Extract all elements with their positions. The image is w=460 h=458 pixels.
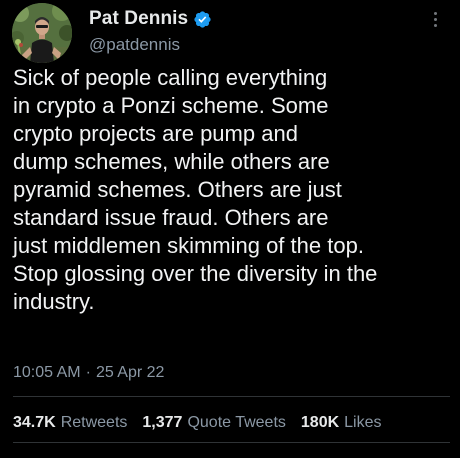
tweet-text: Sick of people calling everything in cry… bbox=[13, 64, 453, 316]
verified-badge-icon bbox=[194, 10, 211, 28]
tweet-text-line: industry. bbox=[13, 289, 95, 314]
tweet-stats: 34.7K Retweets 1,377 Quote Tweets 180K L… bbox=[13, 414, 397, 432]
divider bbox=[13, 442, 450, 443]
tweet-text-line: dump schemes, while others are bbox=[13, 149, 330, 174]
retweets-stat[interactable]: 34.7K Retweets bbox=[13, 414, 127, 432]
tweet-text-line: just middlemen skimming of the top. bbox=[13, 233, 364, 258]
more-dot bbox=[433, 11, 437, 15]
more-dot bbox=[433, 23, 437, 27]
author-handle[interactable]: @patdennis bbox=[89, 35, 180, 55]
quote-tweets-count: 1,377 bbox=[142, 414, 183, 431]
tweet-text-line: Sick of people calling everything bbox=[13, 65, 328, 90]
more-options-icon[interactable] bbox=[430, 8, 440, 30]
author-display-name[interactable]: Pat Dennis bbox=[89, 8, 188, 30]
tweet-text-line: standard issue fraud. Others are bbox=[13, 205, 329, 230]
retweets-label: Retweets bbox=[60, 414, 128, 431]
tweet-text-line: Stop glossing over the diversity in the bbox=[13, 261, 378, 286]
tweet-card: Pat Dennis @patdennis Sick of people cal… bbox=[0, 0, 460, 458]
quote-tweets-label: Quote Tweets bbox=[187, 414, 286, 431]
quote-tweets-stat[interactable]: 1,377 Quote Tweets bbox=[142, 414, 285, 432]
tweet-time[interactable]: 10:05 AM bbox=[13, 364, 81, 381]
retweets-count: 34.7K bbox=[13, 414, 56, 431]
tweet-text-line: in crypto a Ponzi scheme. Some bbox=[13, 93, 329, 118]
divider bbox=[13, 396, 450, 397]
profile-photo bbox=[12, 3, 72, 63]
tweet-text-line: crypto projects are pump and bbox=[13, 121, 298, 146]
likes-count: 180K bbox=[300, 414, 340, 431]
tweet-text-line: pyramid schemes. Others are just bbox=[13, 177, 342, 202]
tweet-timestamp: 10:05 AM · 25 Apr 22 bbox=[13, 364, 164, 382]
likes-label: Likes bbox=[344, 414, 382, 431]
avatar[interactable] bbox=[12, 3, 72, 63]
likes-stat[interactable]: 180K Likes bbox=[301, 414, 382, 432]
more-dot bbox=[433, 17, 437, 21]
meta-separator: · bbox=[85, 364, 91, 381]
tweet-date[interactable]: 25 Apr 22 bbox=[96, 364, 165, 381]
author-name-row: Pat Dennis bbox=[89, 8, 212, 30]
